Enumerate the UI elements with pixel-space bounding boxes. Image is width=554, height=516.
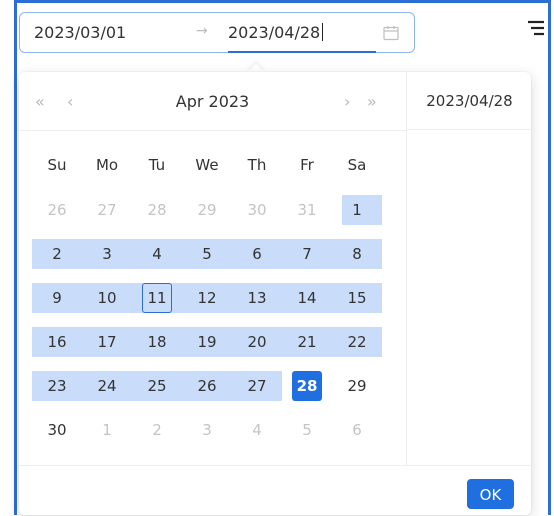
calendar-day[interactable]: 23 [42,371,72,401]
end-date-text: 2023/04/28 [228,23,321,42]
calendar-day[interactable]: 3 [92,239,122,269]
calendar-day[interactable]: 21 [292,327,322,357]
next-month-button[interactable]: › [344,92,350,111]
calendar-day[interactable]: 29 [342,371,372,401]
calendar-day[interactable]: 11 [142,283,172,313]
weekday-label: Sa [347,156,367,174]
date-range-input[interactable]: 2023/03/01 → 2023/04/28 [19,12,415,53]
calendar-day[interactable]: 6 [242,239,272,269]
calendar-day[interactable]: 26 [42,195,72,225]
calendar-day[interactable]: 18 [142,327,172,357]
picker-footer: OK [19,465,531,516]
calendar-day[interactable]: 1 [342,195,372,225]
calendar-day[interactable]: 17 [92,327,122,357]
weekday-label: Tu [148,156,166,174]
calendar-day[interactable]: 25 [142,371,172,401]
weekday-label: Fr [300,156,314,174]
calendar-day[interactable]: 19 [192,327,222,357]
calendar-day[interactable]: 31 [292,195,322,225]
calendar-day[interactable]: 6 [342,415,372,445]
start-date-input[interactable]: 2023/03/01 [34,23,126,42]
calendar-day[interactable]: 4 [142,239,172,269]
ok-button[interactable]: OK [467,479,514,509]
calendar-day[interactable]: 9 [42,283,72,313]
range-separator-icon: → [196,23,208,39]
calendar-day[interactable]: 24 [92,371,122,401]
calendar-day[interactable]: 5 [192,239,222,269]
calendar-day[interactable]: 7 [292,239,322,269]
calendar-day[interactable]: 2 [42,239,72,269]
calendar-day[interactable]: 30 [242,195,272,225]
active-input-indicator [228,51,376,53]
next-year-button[interactable]: » [367,92,377,111]
window-frame-left [14,0,17,515]
weekday-label: Su [47,156,67,174]
window-frame-top [14,0,551,3]
calendar-day[interactable]: 12 [192,283,222,313]
calendar-day[interactable]: 2 [142,415,172,445]
calendar-day[interactable]: 10 [92,283,122,313]
text-cursor [322,23,324,41]
calendar-day[interactable]: 1 [92,415,122,445]
date-range-picker-popup: « ‹ Apr 2023 › » Su Mo Tu We Th Fr Sa 26 27 28 29… [19,72,532,516]
window-frame-right [548,0,551,515]
calendar-day[interactable]: 28 [142,195,172,225]
weekday-label: Mo [95,156,119,174]
selected-dates-sidebar: 2023/04/28 [406,72,532,465]
calendar-day[interactable]: 16 [42,327,72,357]
calendar-day[interactable]: 26 [192,371,222,401]
calendar-day[interactable]: 27 [242,371,272,401]
calendar-day[interactable]: 8 [342,239,372,269]
calendar-day[interactable]: 27 [92,195,122,225]
calendar-day[interactable]: 22 [342,327,372,357]
weekday-label: Th [247,156,267,174]
sidebar-selected-date[interactable]: 2023/04/28 [407,72,532,130]
end-date-input[interactable]: 2023/04/28 [228,23,324,42]
calendar-day[interactable]: 15 [342,283,372,313]
filter-icon[interactable] [526,18,546,38]
calendar-day[interactable]: 13 [242,283,272,313]
calendar-header: « ‹ Apr 2023 › » [19,72,406,131]
calendar-day[interactable]: 28 [292,371,322,401]
weekday-label: We [195,156,219,174]
calendar-day[interactable]: 20 [242,327,272,357]
calendar-day[interactable]: 30 [42,415,72,445]
calendar-day[interactable]: 29 [192,195,222,225]
calendar-day[interactable]: 14 [292,283,322,313]
calendar-icon[interactable] [382,24,400,42]
calendar-day[interactable]: 5 [292,415,322,445]
calendar-day[interactable]: 4 [242,415,272,445]
calendar-day[interactable]: 3 [192,415,222,445]
